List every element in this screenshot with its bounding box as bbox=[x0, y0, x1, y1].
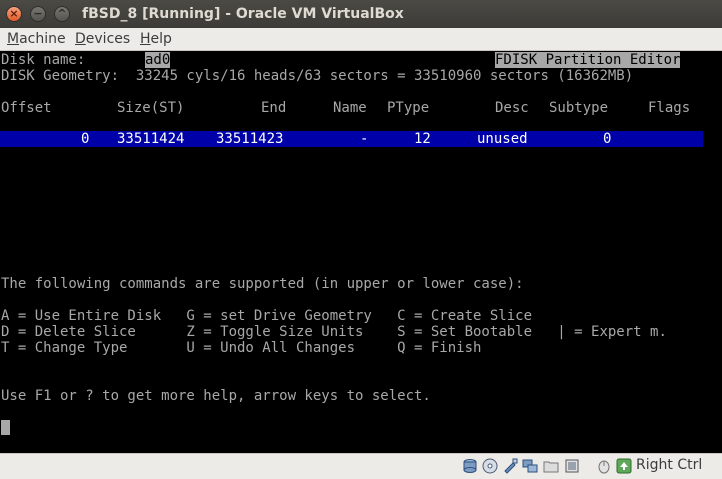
optical-disc-icon[interactable] bbox=[482, 458, 498, 474]
header-subtype: Subtype bbox=[549, 100, 609, 116]
command-line: A = Use Entire Disk G = set Drive Geomet… bbox=[1, 308, 533, 324]
menu-machine[interactable]: Machine bbox=[7, 31, 66, 47]
row-desc: unused bbox=[477, 131, 528, 147]
title-bar: × − ^ fBSD_8 [Running] - Oracle VM Virtu… bbox=[0, 0, 722, 28]
window-title: fBSD_8 [Running] - Oracle VM VirtualBox bbox=[82, 6, 404, 22]
row-ptype: 12 bbox=[414, 131, 431, 147]
network-icon[interactable] bbox=[522, 458, 538, 474]
header-name: Name bbox=[333, 100, 367, 116]
vm-console[interactable]: Disk name: ad0 FDISK Partition Editor DI… bbox=[0, 51, 722, 453]
help-line: Use F1 or ? to get more help, arrow keys… bbox=[1, 388, 431, 404]
hard-disk-icon[interactable] bbox=[462, 458, 478, 474]
status-bar: Right Ctrl bbox=[0, 453, 722, 479]
header-offset: Offset bbox=[1, 100, 52, 116]
maximize-icon: ^ bbox=[57, 7, 67, 20]
mouse-integration-icon[interactable] bbox=[596, 458, 612, 474]
commands-intro: The following commands are supported (in… bbox=[1, 276, 524, 292]
disk-name-label: Disk name: bbox=[1, 52, 86, 68]
close-icon: × bbox=[9, 7, 19, 20]
menu-bar: Machine Devices Help bbox=[0, 28, 722, 51]
minimize-icon: − bbox=[33, 7, 43, 20]
row-offset: 0 bbox=[81, 131, 90, 147]
host-key-icon bbox=[616, 458, 632, 474]
row-size: 33511424 bbox=[117, 131, 185, 147]
menu-devices[interactable]: Devices bbox=[75, 31, 130, 47]
display-icon[interactable] bbox=[564, 458, 580, 474]
usb-icon[interactable] bbox=[502, 458, 518, 474]
shared-folder-icon[interactable] bbox=[543, 458, 559, 474]
row-name: - bbox=[360, 131, 369, 147]
header-ptype: PType bbox=[387, 100, 430, 116]
menu-help[interactable]: Help bbox=[140, 31, 172, 47]
header-end: End bbox=[261, 100, 287, 116]
disk-name-value: ad0 bbox=[145, 52, 171, 68]
close-button[interactable]: × bbox=[6, 6, 22, 22]
header-flags: Flags bbox=[648, 100, 691, 116]
host-key-label: Right Ctrl bbox=[636, 457, 703, 473]
disk-geometry: DISK Geometry: 33245 cyls/16 heads/63 se… bbox=[1, 68, 634, 84]
command-line: T = Change Type U = Undo All Changes Q =… bbox=[1, 340, 482, 356]
command-line: D = Delete Slice Z = Toggle Size Units S… bbox=[1, 324, 667, 340]
maximize-button[interactable]: ^ bbox=[54, 6, 70, 22]
row-subtype: 0 bbox=[603, 131, 612, 147]
header-size: Size(ST) bbox=[117, 100, 185, 116]
text-cursor bbox=[1, 420, 10, 435]
editor-title: FDISK Partition Editor bbox=[495, 52, 681, 68]
minimize-button[interactable]: − bbox=[30, 6, 46, 22]
partition-row[interactable]: 0 33511424 33511423 - 12 unused 0 bbox=[0, 131, 703, 147]
row-end: 33511423 bbox=[216, 131, 284, 147]
header-desc: Desc bbox=[495, 100, 529, 116]
